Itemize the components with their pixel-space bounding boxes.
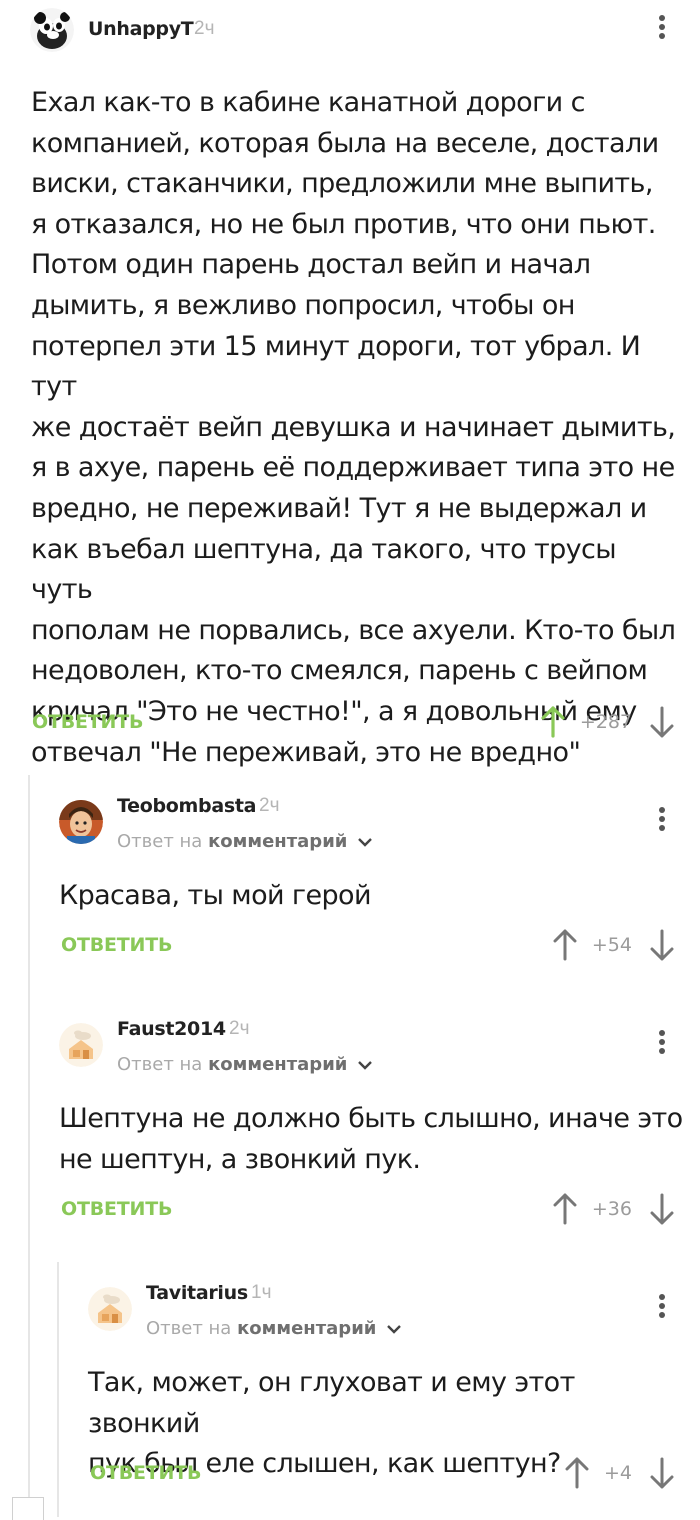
upvote-arrow-icon[interactable] xyxy=(564,1457,590,1489)
comment-text: Красава, ты мой герой xyxy=(59,880,372,911)
upvote-arrow-icon[interactable] xyxy=(552,1193,578,1225)
comment-time: 2ч xyxy=(194,18,215,39)
more-options-icon[interactable] xyxy=(652,804,672,838)
comment-time: 2ч xyxy=(259,795,280,816)
reply-to-target[interactable]: комментарий xyxy=(237,1318,376,1339)
rating-value: +36 xyxy=(591,1198,632,1220)
avatar[interactable] xyxy=(59,1023,103,1067)
reply-button[interactable]: ОТВЕТИТЬ xyxy=(61,934,172,956)
chevron-down-icon[interactable] xyxy=(357,836,373,848)
upvote-arrow-icon[interactable] xyxy=(540,706,566,738)
reply-to-prefix: Ответ на xyxy=(117,1054,203,1075)
comment-time: 1ч xyxy=(251,1282,272,1303)
rating-value: +4 xyxy=(603,1462,632,1484)
reply-to-link[interactable]: Ответ на комментарий xyxy=(146,1318,402,1339)
avatar[interactable] xyxy=(59,800,103,844)
more-options-icon[interactable] xyxy=(652,1027,672,1061)
thread-line xyxy=(57,1262,59,1517)
reply-to-link[interactable]: Ответ на комментарий xyxy=(117,831,373,852)
reply-to-target[interactable]: комментарий xyxy=(208,1054,347,1075)
chevron-down-icon[interactable] xyxy=(357,1059,373,1071)
reply-to-link[interactable]: Ответ на комментарий xyxy=(117,1054,373,1075)
reply-button[interactable]: ОТВЕТИТЬ xyxy=(32,711,143,733)
comment-text: Шептуна не должно быть слышно, иначе это… xyxy=(59,1103,683,1175)
author-name[interactable]: Faust2014 xyxy=(117,1018,226,1040)
reply-to-prefix: Ответ на xyxy=(146,1318,232,1339)
reply-to-target[interactable]: комментарий xyxy=(208,831,347,852)
reply-button[interactable]: ОТВЕТИТЬ xyxy=(61,1198,172,1220)
chevron-down-icon[interactable] xyxy=(386,1323,402,1335)
rating-value: +54 xyxy=(591,934,632,956)
reply-button[interactable]: ОТВЕТИТЬ xyxy=(90,1462,201,1484)
author-name[interactable]: Teobombasta xyxy=(117,795,256,817)
comment-time: 2ч xyxy=(229,1018,250,1039)
author-name[interactable]: UnhappyT xyxy=(88,18,194,40)
downvote-arrow-icon[interactable] xyxy=(649,1193,675,1225)
author-name[interactable]: Tavitarius xyxy=(146,1282,248,1304)
avatar[interactable] xyxy=(30,8,74,52)
downvote-arrow-icon[interactable] xyxy=(649,706,675,738)
rating-value: +287 xyxy=(579,711,632,733)
downvote-arrow-icon[interactable] xyxy=(649,929,675,961)
avatar[interactable] xyxy=(88,1287,132,1331)
reply-to-prefix: Ответ на xyxy=(117,831,203,852)
more-options-icon[interactable] xyxy=(652,12,672,46)
more-options-icon[interactable] xyxy=(652,1291,672,1325)
downvote-arrow-icon[interactable] xyxy=(649,1457,675,1489)
thread-line xyxy=(28,775,30,1515)
upvote-arrow-icon[interactable] xyxy=(552,929,578,961)
comment-text: Ехал как-то в кабине канатной дороги с к… xyxy=(31,87,676,768)
